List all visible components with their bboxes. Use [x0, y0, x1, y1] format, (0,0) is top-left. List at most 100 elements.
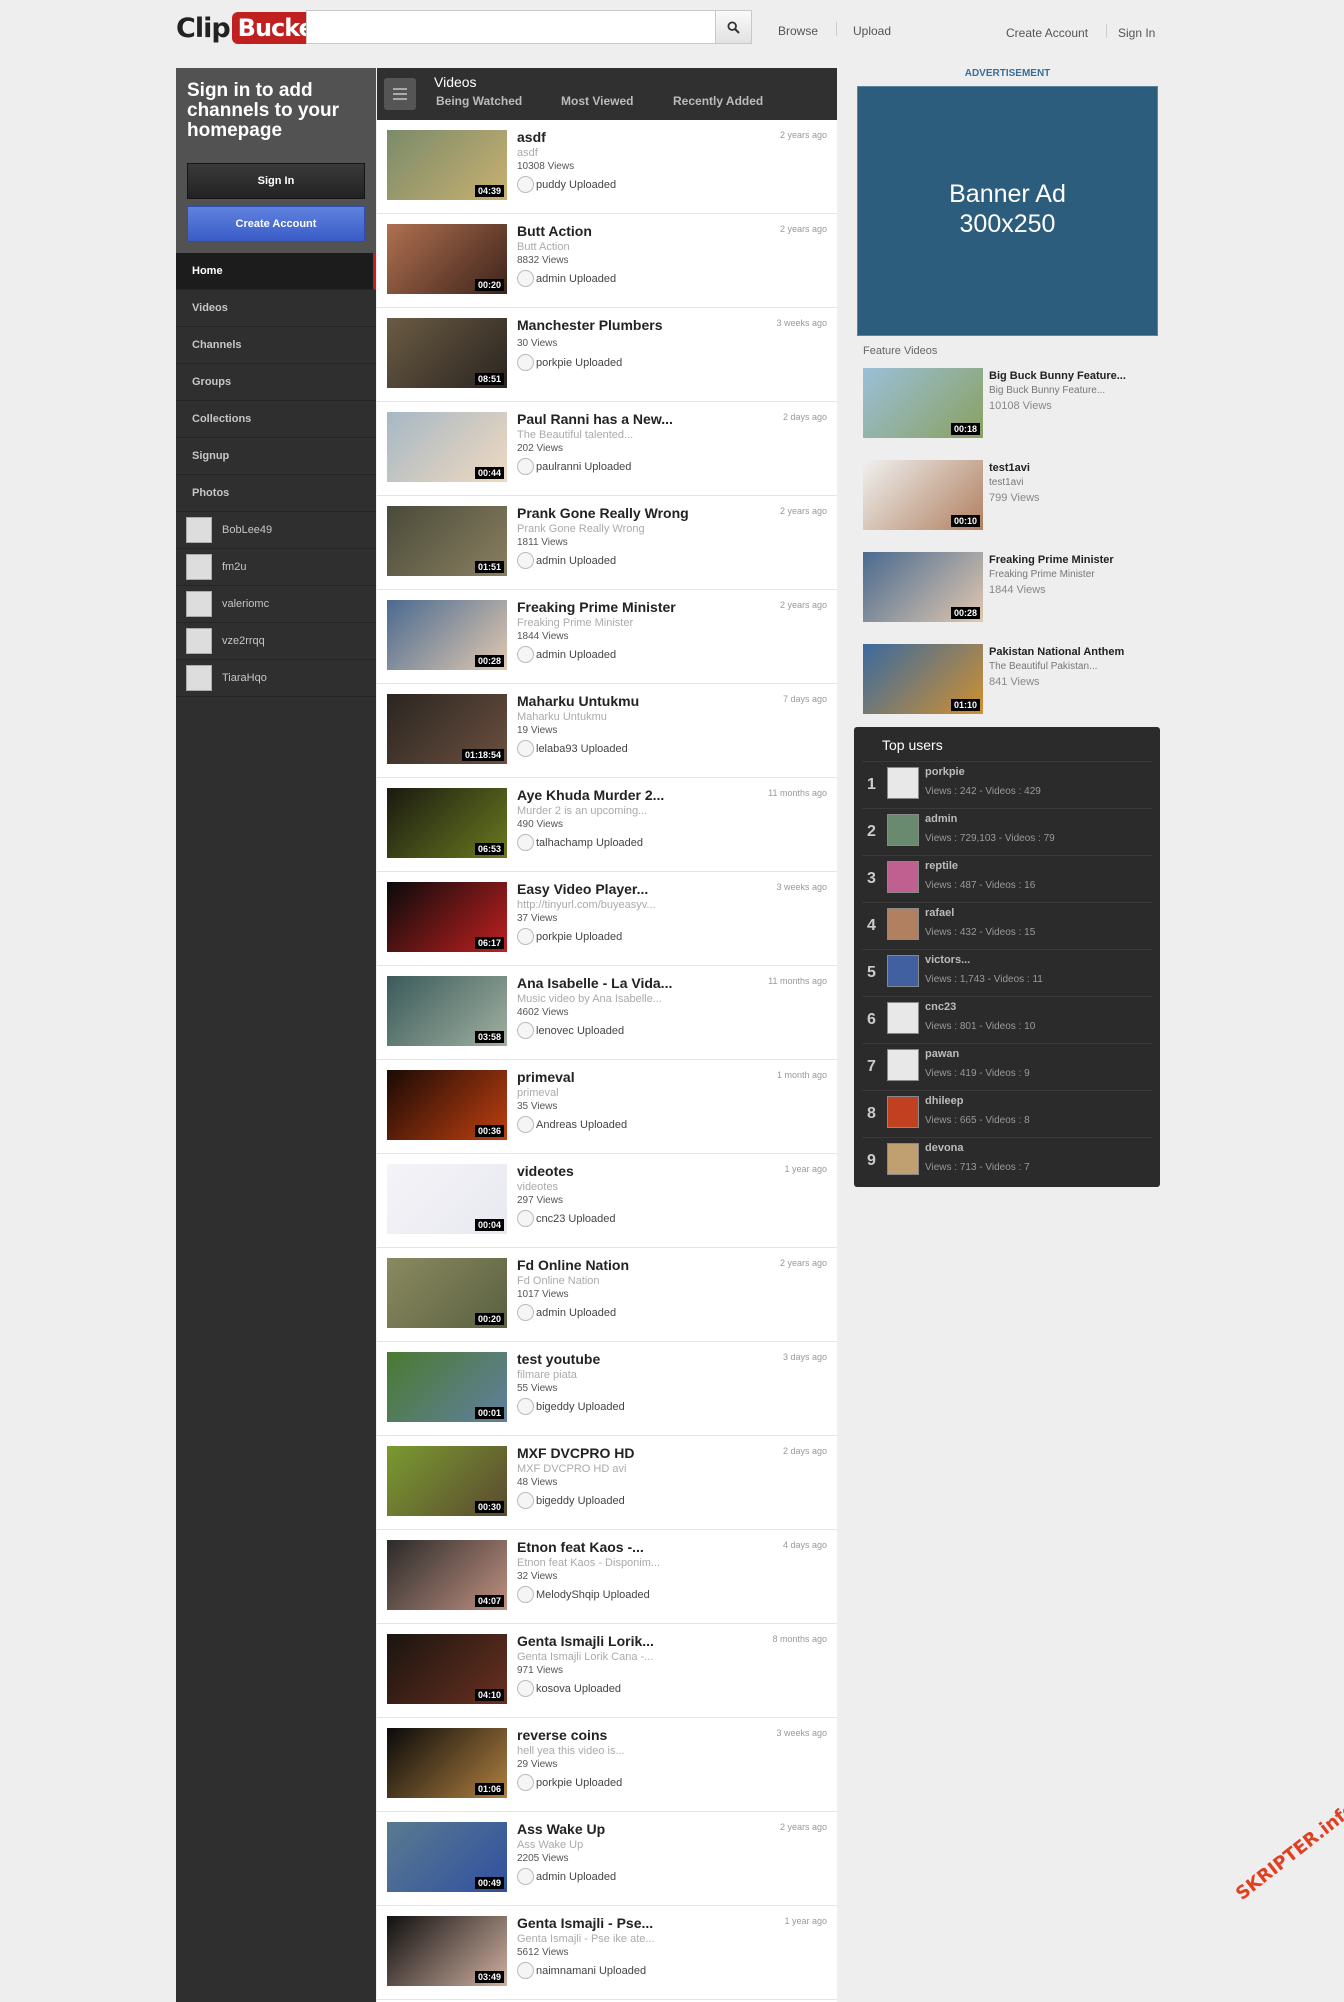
video-title[interactable]: reverse coins	[517, 1727, 607, 1743]
video-thumbnail[interactable]: 04:07	[387, 1540, 507, 1610]
video-row[interactable]: 00:01 test youtube filmare piata 55 Views bi…	[377, 1342, 837, 1436]
video-title[interactable]: test youtube	[517, 1351, 600, 1367]
video-row[interactable]: 04:10 Genta Ismajli Lorik... Genta Ismajli…	[377, 1624, 837, 1718]
sidebar-user[interactable]: TiaraHqo	[176, 660, 376, 697]
video-row[interactable]: 00:44 Paul Ranni has a New... The Beautifu…	[377, 402, 837, 496]
video-row[interactable]: 00:04 videotes videotes 297 Views cnc23 Uplo…	[377, 1154, 837, 1248]
top-user-name[interactable]: porkpie	[925, 766, 965, 778]
video-title[interactable]: Freaking Prime Minister	[517, 599, 676, 615]
top-user-name[interactable]: cnc23	[925, 1001, 956, 1013]
video-row[interactable]: 08:51 Manchester Plumbers 30 Views porkpie …	[377, 308, 837, 402]
uploader-name[interactable]: porkpie	[536, 357, 572, 369]
sign-in-link[interactable]: Sign In	[1118, 26, 1155, 40]
feature-video[interactable]: 00:10 test1avi test1avi 799 Views	[863, 460, 1163, 532]
uploader-name[interactable]: bigeddy	[536, 1401, 575, 1413]
video-row[interactable]: 04:39 asdf asdf 10308 Views puddy Uploaded 2 …	[377, 120, 837, 214]
video-title[interactable]: videotes	[517, 1163, 574, 1179]
video-thumbnail[interactable]: 00:49	[387, 1822, 507, 1892]
sidebar-item-collections[interactable]: Collections	[176, 401, 376, 438]
video-row[interactable]: 01:18:54 Maharku Untukmu Maharku Untukmu 19…	[377, 684, 837, 778]
uploader-name[interactable]: puddy	[536, 179, 566, 191]
video-row[interactable]: 00:20 Fd Online Nation Fd Online Nation 101…	[377, 1248, 837, 1342]
video-thumbnail[interactable]: 00:18	[863, 368, 983, 438]
tab-recently-added[interactable]: Recently Added	[673, 94, 763, 108]
video-row[interactable]: 01:06 reverse coins hell yea this video is…	[377, 1718, 837, 1812]
tab-most-viewed[interactable]: Most Viewed	[561, 94, 633, 108]
video-title[interactable]: Ass Wake Up	[517, 1821, 605, 1837]
search-button[interactable]	[715, 11, 751, 43]
sidebar-item-channels[interactable]: Channels	[176, 327, 376, 364]
video-thumbnail[interactable]: 00:36	[387, 1070, 507, 1140]
video-title[interactable]: MXF DVCPRO HD	[517, 1445, 634, 1461]
video-row[interactable]: 00:30 MXF DVCPRO HD MXF DVCPRO HD avi 48 Vi…	[377, 1436, 837, 1530]
video-thumbnail[interactable]: 00:20	[387, 224, 507, 294]
tab-being-watched[interactable]: Being Watched	[436, 94, 522, 108]
uploader-name[interactable]: cnc23	[536, 1213, 565, 1225]
feature-video-title[interactable]: Pakistan National Anthem	[989, 646, 1124, 658]
avatar[interactable]	[887, 908, 919, 940]
uploader-name[interactable]: porkpie	[536, 1777, 572, 1789]
video-thumbnail[interactable]: 00:30	[387, 1446, 507, 1516]
feature-video[interactable]: 00:28 Freaking Prime Minister Freaking Pri…	[863, 552, 1163, 624]
video-thumbnail[interactable]: 01:10	[863, 644, 983, 714]
video-thumbnail[interactable]: 00:04	[387, 1164, 507, 1234]
video-row[interactable]: 00:49 Ass Wake Up Ass Wake Up 2205 Views adm…	[377, 1812, 837, 1906]
feature-video[interactable]: 00:18 Big Buck Bunny Feature... Big Buck B…	[863, 368, 1163, 440]
top-user-row[interactable]: 8 dhileep Views : 665 - Videos : 8	[862, 1090, 1152, 1137]
sidebar-user[interactable]: vze2rrqq	[176, 623, 376, 660]
sidebar-user[interactable]: BobLee49	[176, 512, 376, 549]
video-title[interactable]: Aye Khuda Murder 2...	[517, 787, 664, 803]
video-title[interactable]: Genta Ismajli Lorik...	[517, 1633, 654, 1649]
sidebar-item-videos[interactable]: Videos	[176, 290, 376, 327]
top-user-name[interactable]: reptile	[925, 860, 958, 872]
avatar[interactable]	[887, 861, 919, 893]
sidebar-item-signup[interactable]: Signup	[176, 438, 376, 475]
video-thumbnail[interactable]: 00:10	[863, 460, 983, 530]
video-row[interactable]: 00:28 Freaking Prime Minister Freaking Pri…	[377, 590, 837, 684]
feature-video-title[interactable]: test1avi	[989, 462, 1030, 474]
uploader-name[interactable]: bigeddy	[536, 1495, 575, 1507]
video-thumbnail[interactable]: 08:51	[387, 318, 507, 388]
uploader-name[interactable]: naimnamani	[536, 1965, 596, 1977]
avatar[interactable]	[887, 814, 919, 846]
video-thumbnail[interactable]: 06:17	[387, 882, 507, 952]
video-title[interactable]: asdf	[517, 129, 546, 145]
video-thumbnail[interactable]: 01:06	[387, 1728, 507, 1798]
sidebar-item-home[interactable]: Home	[176, 253, 376, 290]
search-input[interactable]	[307, 11, 717, 43]
feature-video-title[interactable]: Big Buck Bunny Feature...	[989, 370, 1126, 382]
video-thumbnail[interactable]: 03:58	[387, 976, 507, 1046]
video-row[interactable]: 06:53 Aye Khuda Murder 2... Murder 2 is an…	[377, 778, 837, 872]
uploader-name[interactable]: talhachamp	[536, 837, 593, 849]
feature-video[interactable]: 01:10 Pakistan National Anthem The Beautif…	[863, 644, 1163, 716]
video-title[interactable]: Genta Ismajli - Pse...	[517, 1915, 653, 1931]
top-user-name[interactable]: devona	[925, 1142, 964, 1154]
video-title[interactable]: Manchester Plumbers	[517, 317, 663, 333]
top-user-row[interactable]: 5 victors... Views : 1,743 - Videos : 11	[862, 949, 1152, 996]
video-thumbnail[interactable]: 00:20	[387, 1258, 507, 1328]
uploader-name[interactable]: lelaba93	[536, 743, 578, 755]
video-title[interactable]: Ana Isabelle - La Vida...	[517, 975, 672, 991]
uploader-name[interactable]: admin	[536, 1307, 566, 1319]
create-account-link[interactable]: Create Account	[1006, 26, 1088, 40]
video-thumbnail[interactable]: 01:51	[387, 506, 507, 576]
top-user-name[interactable]: admin	[925, 813, 957, 825]
avatar[interactable]	[887, 955, 919, 987]
video-row[interactable]: 04:07 Etnon feat Kaos -... Etnon feat Kaos…	[377, 1530, 837, 1624]
banner-ad[interactable]: Banner Ad 300x250	[857, 86, 1158, 336]
video-title[interactable]: Fd Online Nation	[517, 1257, 629, 1273]
avatar[interactable]	[887, 1096, 919, 1128]
video-title[interactable]: Maharku Untukmu	[517, 693, 639, 709]
video-row[interactable]: 03:58 Ana Isabelle - La Vida... Music vide…	[377, 966, 837, 1060]
sidebar-user[interactable]: fm2u	[176, 549, 376, 586]
uploader-name[interactable]: admin	[536, 273, 566, 285]
video-thumbnail[interactable]: 00:44	[387, 412, 507, 482]
uploader-name[interactable]: MelodyShqip	[536, 1589, 600, 1601]
top-user-row[interactable]: 9 devona Views : 713 - Videos : 7	[862, 1137, 1152, 1184]
uploader-name[interactable]: admin	[536, 649, 566, 661]
video-thumbnail[interactable]: 00:28	[863, 552, 983, 622]
video-row[interactable]: 00:36 primeval primeval 35 Views Andreas Upl…	[377, 1060, 837, 1154]
top-user-name[interactable]: rafael	[925, 907, 954, 919]
video-title[interactable]: Easy Video Player...	[517, 881, 648, 897]
video-title[interactable]: Prank Gone Really Wrong	[517, 505, 689, 521]
